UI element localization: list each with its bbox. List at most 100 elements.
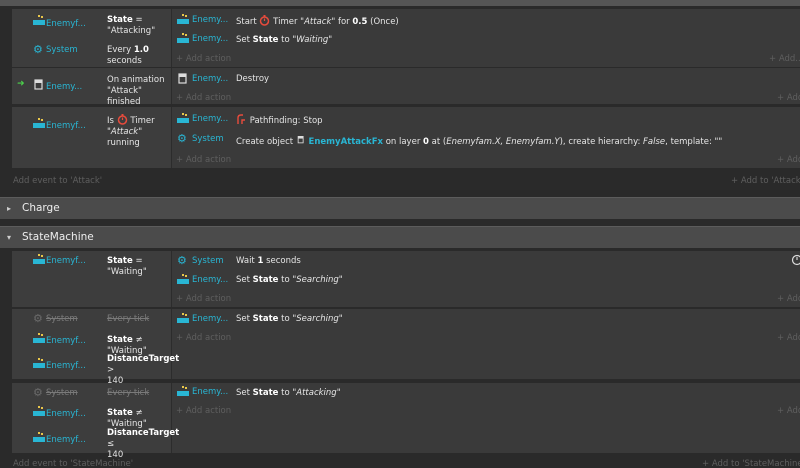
operator: = bbox=[132, 15, 143, 25]
enemy-sprite-icon bbox=[33, 118, 45, 128]
object-name: Enemy... bbox=[192, 34, 229, 44]
timer-icon bbox=[260, 15, 270, 26]
clock-icon bbox=[791, 254, 800, 266]
enemy-sprite-icon bbox=[33, 15, 45, 25]
condition-timer-running[interactable]: Enemyf... Is Timer "Attack" running bbox=[12, 111, 172, 148]
object-name: Enemy... bbox=[192, 74, 229, 84]
action-text: Destroy bbox=[236, 74, 270, 84]
group-title: Charge bbox=[22, 202, 60, 214]
add-event-link[interactable]: Add event to 'StateMachine' bbox=[13, 459, 133, 468]
condition-text: State = "Waiting" bbox=[107, 256, 147, 277]
gear-icon: ⚙ bbox=[33, 312, 43, 325]
add-action-link[interactable]: + Add action bbox=[176, 294, 231, 304]
sprite-icon bbox=[297, 136, 304, 144]
var-name: State bbox=[107, 15, 133, 25]
object-name: System bbox=[46, 45, 78, 55]
add-action-right-link[interactable]: + Add... bbox=[769, 54, 800, 64]
object-name: System bbox=[192, 256, 224, 266]
condition-distance-less-equal[interactable]: Enemyf... DistanceTarget ≤140 bbox=[12, 425, 179, 460]
action-set-state[interactable]: Enemy... bbox=[176, 272, 236, 290]
condition-every-second[interactable]: ⚙ System Every 1.0 seconds bbox=[12, 42, 172, 66]
add-action-right-link[interactable]: + Add... bbox=[777, 294, 800, 304]
expand-arrow-icon[interactable]: ▸ bbox=[7, 204, 11, 213]
action-text: Create object EnemyAttackFx on layer 0 a… bbox=[236, 136, 723, 147]
object-name: Enemy... bbox=[46, 82, 83, 92]
condition-text: Every tick bbox=[107, 388, 150, 398]
gear-icon: ⚙ bbox=[177, 254, 187, 267]
action-text: Start Timer "Attack" for 0.5 (Once) bbox=[236, 15, 399, 27]
condition-state-not-waiting[interactable]: Enemyf... State ≠ "Waiting" bbox=[12, 404, 172, 429]
object-name: System bbox=[46, 314, 78, 324]
condition-text: Every tick bbox=[107, 314, 150, 324]
object-name: Enemyf... bbox=[46, 19, 86, 29]
action-text: Set State to "Searching" bbox=[236, 314, 343, 324]
object-name: Enemy... bbox=[192, 314, 229, 324]
enemy-sprite-icon bbox=[177, 14, 189, 24]
add-action-right-link[interactable]: + Add... bbox=[777, 333, 800, 343]
add-action-link[interactable]: + Add action bbox=[176, 93, 231, 103]
condition-text: Every 1.0 seconds bbox=[107, 45, 149, 66]
condition-on-animation-finished[interactable]: Enemy... On animation "Attack" finished bbox=[12, 72, 172, 107]
object-name: Enemy... bbox=[192, 387, 229, 397]
object-name: System bbox=[192, 134, 224, 144]
enemy-sprite-icon bbox=[177, 33, 189, 43]
action-create-object[interactable]: ⚙ System bbox=[176, 131, 236, 149]
action-set-state[interactable]: Enemy... bbox=[176, 31, 236, 49]
add-action-right-link[interactable]: + Add... bbox=[777, 155, 800, 165]
condition-distance-greater[interactable]: Enemyf... DistanceTarget >140 bbox=[12, 351, 179, 386]
add-event-link[interactable]: Add event to 'Attack' bbox=[13, 176, 102, 186]
object-name: Enemy... bbox=[192, 15, 229, 25]
enemy-sprite-icon bbox=[33, 254, 45, 264]
add-action-right-link[interactable]: + Add... bbox=[777, 93, 800, 103]
action-text: Set State to "Searching" bbox=[236, 275, 343, 285]
add-action-right-link[interactable]: + Add... bbox=[777, 406, 800, 416]
action-set-state[interactable]: Enemy... bbox=[176, 311, 236, 329]
timer-icon bbox=[117, 114, 127, 125]
object-name: Enemyf... bbox=[46, 121, 86, 131]
enemy-sprite-icon bbox=[33, 333, 45, 343]
object-name: Enemyf... bbox=[46, 361, 86, 371]
condition-state-not-waiting[interactable]: Enemyf... State ≠ "Waiting" bbox=[12, 331, 172, 356]
enemy-sprite-icon bbox=[177, 313, 189, 323]
condition-text: On animation "Attack" finished bbox=[107, 75, 165, 107]
enemy-sprite-icon bbox=[177, 274, 189, 284]
sprite-icon bbox=[34, 79, 43, 90]
object-name: Enemyf... bbox=[46, 435, 86, 445]
action-text: Pathfinding: Stop bbox=[236, 114, 323, 126]
action-text: Set State to "Attacking" bbox=[236, 388, 341, 398]
condition-text: Is Timer "Attack" running bbox=[107, 114, 155, 148]
add-action-link[interactable]: + Add action bbox=[176, 333, 231, 343]
condition-every-tick-disabled[interactable]: ⚙ System Every tick bbox=[12, 385, 172, 403]
enemy-sprite-icon bbox=[177, 113, 189, 123]
enemy-sprite-icon bbox=[33, 432, 45, 442]
action-text: Set State to "Waiting" bbox=[236, 35, 333, 45]
condition-text: State = "Attacking" bbox=[107, 15, 155, 37]
object-name: Enemy... bbox=[192, 275, 229, 285]
object-name: Enemyf... bbox=[46, 336, 86, 346]
condition-state-attacking[interactable]: Enemyf... State = "Attacking" bbox=[12, 12, 172, 36]
action-destroy[interactable]: Enemy... bbox=[176, 71, 236, 89]
add-action-link[interactable]: + Add action bbox=[176, 155, 231, 165]
action-wait[interactable]: ⚙ System bbox=[176, 253, 236, 271]
condition-text: DistanceTarget ≤140 bbox=[107, 428, 180, 460]
object-name: Enemy... bbox=[192, 114, 229, 124]
group-header-statemachine[interactable]: ▾ StateMachine bbox=[0, 226, 800, 248]
group-title: StateMachine bbox=[22, 231, 94, 243]
add-event-right-link[interactable]: + Add to 'StateMachine... bbox=[702, 459, 800, 468]
group-header-charge[interactable]: ▸ Charge bbox=[0, 197, 800, 219]
add-event-right-link[interactable]: + Add to 'Attack... bbox=[731, 176, 800, 186]
sprite-icon bbox=[178, 73, 187, 84]
object-name: Enemyf... bbox=[46, 256, 86, 266]
gear-icon: ⚙ bbox=[33, 386, 43, 399]
condition-every-tick-disabled[interactable]: ⚙ System Every tick bbox=[12, 311, 172, 329]
condition-state-waiting[interactable]: Enemyf... State = "Waiting" bbox=[12, 253, 172, 277]
action-text: Wait 1 seconds bbox=[236, 256, 301, 266]
collapse-arrow-icon[interactable]: ▾ bbox=[7, 233, 11, 242]
add-action-link[interactable]: + Add action bbox=[176, 406, 231, 416]
add-action-link[interactable]: + Add action bbox=[176, 54, 231, 64]
enemy-sprite-icon bbox=[33, 406, 45, 416]
enemy-sprite-icon bbox=[33, 358, 45, 368]
action-set-state[interactable]: Enemy... bbox=[176, 384, 236, 402]
var-value: "Attacking" bbox=[107, 26, 156, 36]
action-pathfinding-stop[interactable]: Enemy... bbox=[176, 111, 236, 129]
